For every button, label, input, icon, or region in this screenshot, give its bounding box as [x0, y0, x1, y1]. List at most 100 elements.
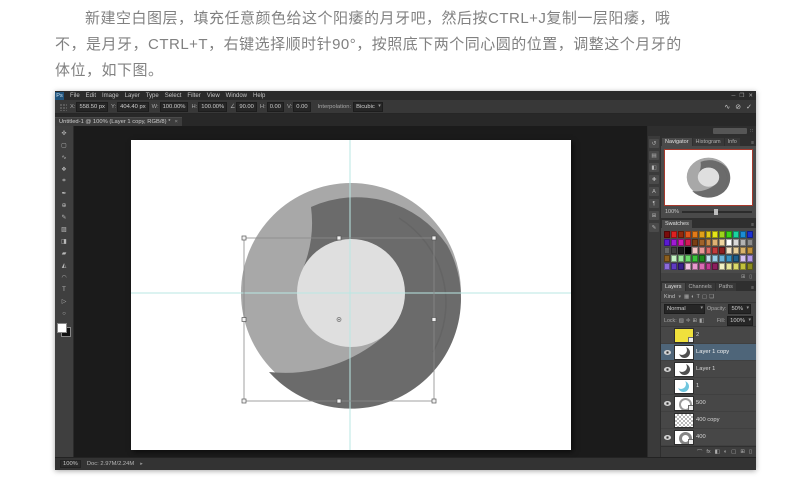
layer-row[interactable]: Layer 1	[661, 361, 756, 378]
layer-style-icon[interactable]: fx	[706, 449, 710, 455]
new-layer-icon[interactable]: ⊞	[740, 449, 745, 455]
healing-brush-tool[interactable]: ⊕	[57, 200, 71, 211]
brush-panel-icon[interactable]: ✎	[649, 223, 659, 232]
swatch[interactable]	[671, 263, 677, 270]
swatch[interactable]	[712, 255, 718, 262]
menu-item-image[interactable]: Image	[99, 93, 122, 99]
filter-pixel-layers-icon[interactable]: ▦	[684, 294, 689, 300]
filter-type-layers-icon[interactable]: T	[697, 294, 700, 300]
status-options-arrow[interactable]: ▸	[140, 461, 143, 467]
gradient-tool[interactable]: ▰	[57, 248, 71, 259]
transform-handle[interactable]	[242, 236, 246, 240]
layer-thumbnail[interactable]	[675, 363, 693, 376]
swatch[interactable]	[671, 247, 677, 254]
layer-row[interactable]: 500	[661, 395, 756, 412]
swatch[interactable]	[678, 239, 684, 246]
menu-item-filter[interactable]: Filter	[184, 93, 203, 99]
swatch[interactable]	[692, 231, 698, 238]
lock-transparency-icon[interactable]: ▨	[679, 318, 684, 324]
menu-item-type[interactable]: Type	[143, 93, 162, 99]
swatch[interactable]	[706, 239, 712, 246]
zoom-tool[interactable]: ○	[57, 308, 71, 319]
brush-tool[interactable]: ✎	[57, 212, 71, 223]
swatch[interactable]	[712, 231, 718, 238]
field-value[interactable]: 404.40 px	[117, 102, 148, 112]
transform-handle[interactable]	[432, 399, 436, 403]
swatch[interactable]	[685, 231, 691, 238]
link-layers-icon[interactable]: ⌒	[697, 448, 703, 456]
slider-thumb[interactable]	[714, 209, 718, 215]
layer-filter-kind-select[interactable]: Kind	[664, 294, 682, 300]
lock-position-icon[interactable]: ⊞	[692, 318, 697, 324]
layer-thumbnail[interactable]	[675, 397, 693, 410]
warp-mode-icon[interactable]: ∿	[724, 103, 730, 111]
swatch[interactable]	[726, 247, 732, 254]
swatch[interactable]	[740, 263, 746, 270]
layer-group-icon[interactable]: ▢	[731, 449, 736, 455]
swatch[interactable]	[678, 247, 684, 254]
swatch[interactable]	[726, 255, 732, 262]
menu-item-edit[interactable]: Edit	[83, 93, 99, 99]
swatch[interactable]	[733, 231, 739, 238]
swatch[interactable]	[699, 255, 705, 262]
swatch[interactable]	[740, 231, 746, 238]
workspace-button[interactable]	[713, 128, 747, 134]
swatch[interactable]	[726, 239, 732, 246]
field-value[interactable]: 100.00%	[198, 102, 227, 112]
history-panel-icon[interactable]: ↺	[649, 139, 659, 148]
menu-item-select[interactable]: Select	[162, 93, 185, 99]
layers-tab-paths[interactable]: Paths	[716, 283, 736, 291]
swatch[interactable]	[699, 239, 705, 246]
field-value[interactable]: 0.00	[267, 102, 284, 112]
layer-row[interactable]: Layer 1 copy	[661, 344, 756, 361]
swatch[interactable]	[692, 263, 698, 270]
swatch[interactable]	[678, 263, 684, 270]
layer-row[interactable]: 400	[661, 429, 756, 446]
swatch[interactable]	[664, 231, 670, 238]
swatch[interactable]	[719, 263, 725, 270]
transform-handle[interactable]	[432, 236, 436, 240]
navigator-tab-info[interactable]: Info	[725, 138, 740, 146]
swatch[interactable]	[664, 239, 670, 246]
swatch[interactable]	[678, 255, 684, 262]
clone-source-panel-icon[interactable]: ⊞	[649, 211, 659, 220]
navigator-zoom-value[interactable]: 100%	[665, 209, 679, 215]
crop-tool[interactable]: ⌗	[57, 176, 71, 187]
document-tab[interactable]: Untitled-1 @ 100% (Layer 1 copy, RGB/8) …	[55, 117, 182, 126]
adjustment-layer-icon[interactable]: ◐	[724, 449, 727, 455]
marquee-tool[interactable]: ▢	[57, 140, 71, 151]
navigator-zoom-slider[interactable]	[682, 211, 752, 213]
swatch[interactable]	[740, 239, 746, 246]
layer-thumbnail[interactable]	[675, 346, 693, 359]
swatch[interactable]	[712, 263, 718, 270]
layer-thumbnail[interactable]	[675, 414, 693, 427]
transform-handle[interactable]	[242, 399, 246, 403]
swatch[interactable]	[706, 247, 712, 254]
swatch[interactable]	[740, 247, 746, 254]
type-tool[interactable]: T	[57, 284, 71, 295]
swatch[interactable]	[719, 247, 725, 254]
fill-value[interactable]: 100%	[727, 316, 753, 326]
swatch[interactable]	[726, 263, 732, 270]
swatch[interactable]	[699, 231, 705, 238]
navigator-tab-navigator[interactable]: Navigator	[662, 138, 692, 146]
field-value[interactable]: 100.00%	[160, 102, 189, 112]
navigator-tab-histogram[interactable]: Histogram	[693, 138, 724, 146]
swatch[interactable]	[706, 263, 712, 270]
swatch[interactable]	[699, 263, 705, 270]
quick-select-tool[interactable]: ❖	[57, 164, 71, 175]
filter-shape-layers-icon[interactable]: ▢	[702, 294, 707, 300]
layer-row[interactable]: 400 copy	[661, 412, 756, 429]
minimize-button[interactable]: ─	[732, 93, 736, 99]
menu-item-help[interactable]: Help	[250, 93, 268, 99]
close-button[interactable]: ✕	[748, 93, 753, 99]
foreground-color-chip[interactable]	[57, 323, 67, 333]
character-panel-icon[interactable]: A	[649, 187, 659, 196]
swatch[interactable]	[706, 255, 712, 262]
swatch[interactable]	[664, 247, 670, 254]
transform-handle[interactable]	[242, 318, 246, 322]
transform-handle[interactable]	[337, 236, 341, 240]
swatch[interactable]	[747, 255, 753, 262]
transform-handle[interactable]	[432, 318, 436, 322]
path-select-tool[interactable]: ▷	[57, 296, 71, 307]
